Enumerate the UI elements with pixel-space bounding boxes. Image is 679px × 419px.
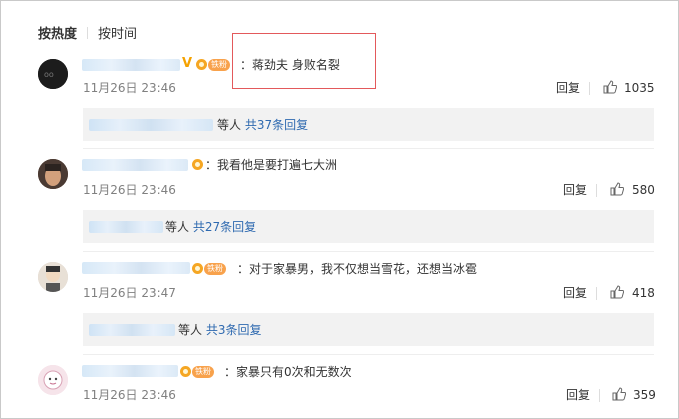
comment-divider [83, 354, 654, 355]
comment-time: 11月26日 23:46 [83, 81, 176, 95]
like-count: 418 [632, 286, 655, 300]
reply-button[interactable]: 回复 [563, 285, 587, 301]
highlight-annotation-box [232, 33, 376, 89]
comment-text: ：我看他是要打遍七大洲 [205, 158, 338, 172]
replies-prefix: 等人 [165, 220, 190, 234]
replier-names-blurred [89, 221, 163, 233]
avatar[interactable] [38, 365, 68, 395]
replier-names-blurred [89, 324, 175, 336]
reply-button[interactable]: 回复 [556, 80, 580, 96]
username-blurred[interactable] [82, 59, 180, 71]
username-blurred[interactable] [82, 365, 178, 377]
sort-divider [87, 27, 89, 39]
like-count: 1035 [624, 81, 655, 95]
avatar[interactable] [38, 262, 68, 292]
action-divider [589, 82, 590, 95]
sort-bar: 按热度 按时间 [38, 26, 137, 44]
sort-by-time-tab[interactable]: 按时间 [98, 27, 137, 42]
comment-text: ：对于家暴男，我不仅想当雪花，还想当冰雹 [237, 262, 478, 276]
avatar[interactable]: oo [38, 59, 68, 89]
username-blurred[interactable] [82, 262, 190, 274]
action-divider [596, 287, 597, 300]
fan-badge: 铁粉 [192, 366, 214, 378]
sort-by-hot-tab[interactable]: 按热度 [38, 27, 77, 42]
reply-summary-box[interactable]: 等人 共27条回复 [83, 210, 654, 243]
thumbs-up-icon[interactable] [610, 285, 624, 299]
reply-summary: 等人 共37条回复 [217, 117, 308, 133]
reply-button[interactable]: 回复 [566, 387, 590, 403]
view-replies-link[interactable]: 共3条回复 [206, 323, 262, 337]
replies-prefix: 等人 [217, 118, 242, 132]
svg-text:oo: oo [44, 70, 54, 79]
action-divider [596, 184, 597, 197]
comment-text: ：家暴只有0次和无数次 [224, 365, 352, 379]
fan-badge: 铁粉 [204, 263, 226, 275]
action-divider [599, 389, 600, 402]
username-blurred[interactable] [82, 159, 188, 171]
like-count: 359 [633, 388, 656, 402]
member-crown-icon [196, 59, 207, 70]
member-crown-icon [192, 159, 203, 170]
comment-divider [83, 148, 654, 149]
like-count: 580 [632, 183, 655, 197]
thumbs-up-icon[interactable] [603, 80, 617, 94]
comment-divider [83, 251, 654, 252]
fan-badge: 铁粉 [208, 59, 230, 71]
reply-summary-box[interactable]: 等人 共37条回复 [83, 108, 654, 141]
reply-summary-box[interactable]: 等人 共3条回复 [83, 313, 654, 346]
view-replies-link[interactable]: 共27条回复 [193, 220, 256, 234]
comment-time: 11月26日 23:47 [83, 286, 176, 300]
reply-button[interactable]: 回复 [563, 182, 587, 198]
comment-time: 11月26日 23:46 [83, 388, 176, 402]
replier-names-blurred [89, 119, 213, 131]
comment-time: 11月26日 23:46 [83, 183, 176, 197]
view-replies-link[interactable]: 共37条回复 [245, 118, 308, 132]
reply-summary: 等人 共27条回复 [165, 219, 256, 235]
avatar[interactable] [38, 159, 68, 189]
reply-summary: 等人 共3条回复 [178, 322, 261, 338]
thumbs-up-icon[interactable] [612, 387, 626, 401]
verified-v-icon: V [182, 56, 193, 71]
member-crown-icon [180, 366, 191, 377]
member-crown-icon [192, 263, 203, 274]
thumbs-up-icon[interactable] [610, 182, 624, 196]
replies-prefix: 等人 [178, 323, 203, 337]
